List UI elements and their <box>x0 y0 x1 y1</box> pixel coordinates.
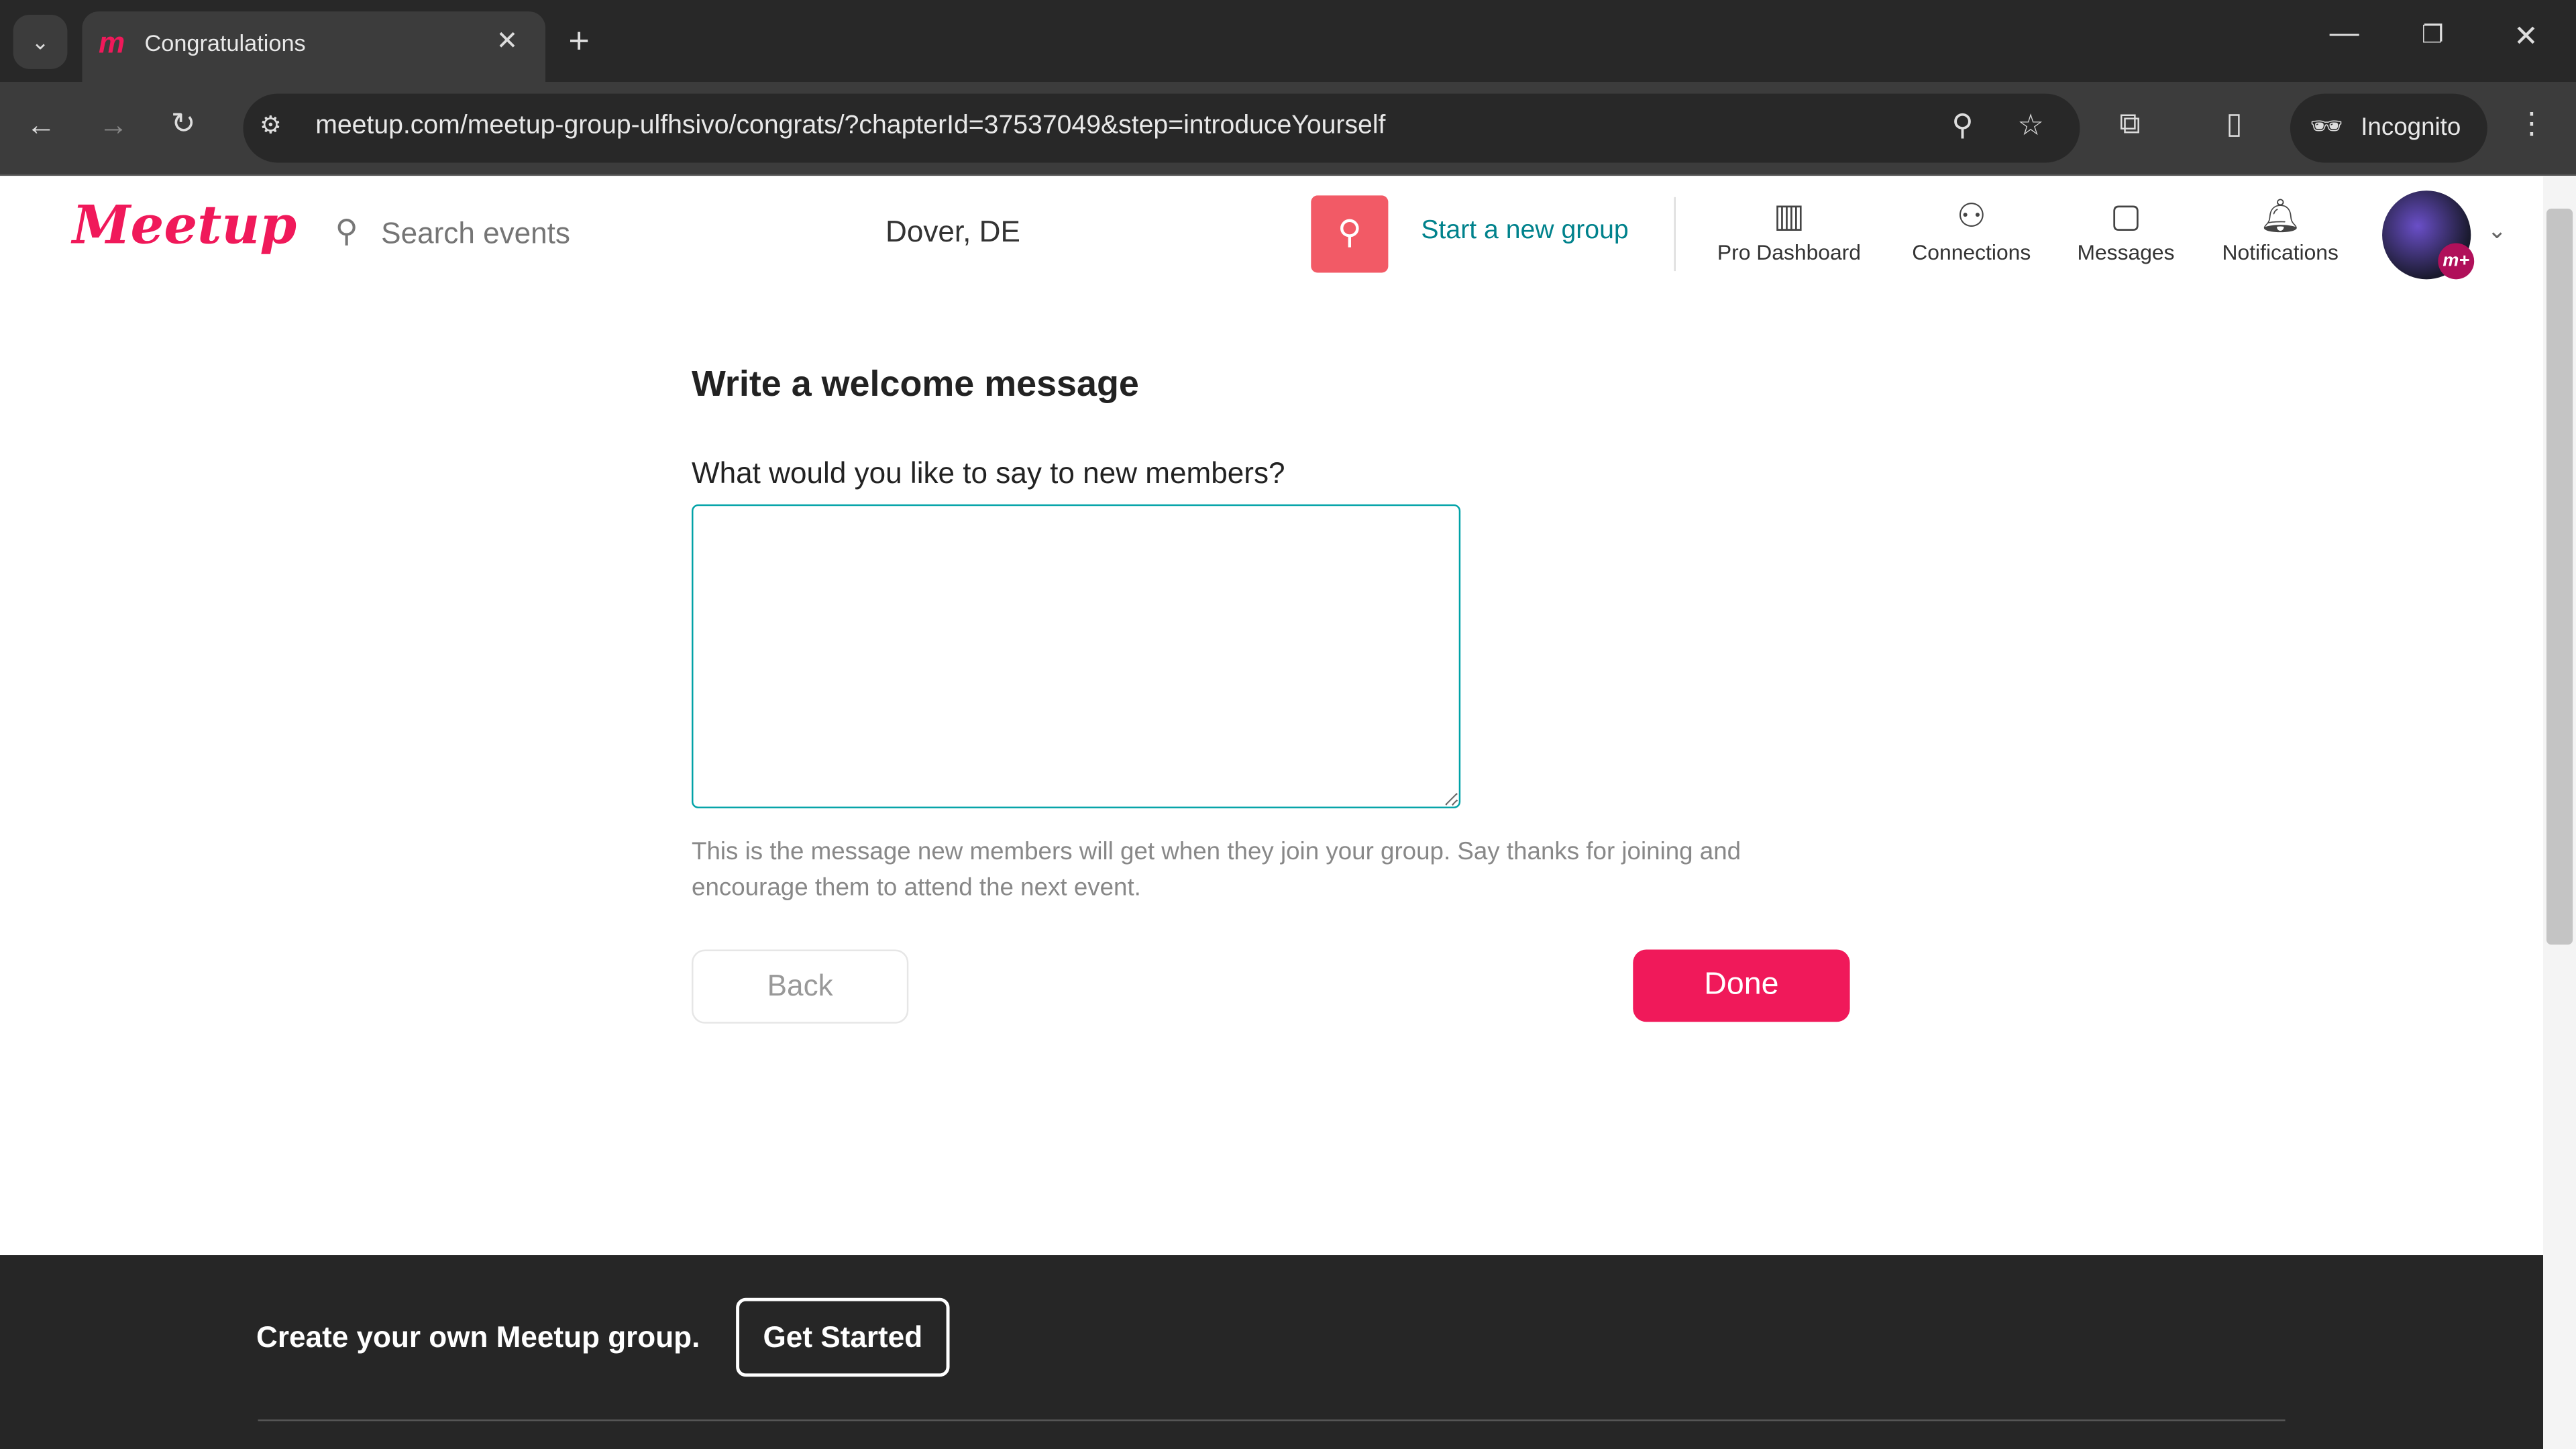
chevron-down-icon[interactable]: ⌄ <box>2487 217 2507 245</box>
location-input[interactable]: Dover, DE <box>885 215 1020 250</box>
pro-badge-icon: m+ <box>2438 243 2475 280</box>
reload-icon[interactable]: ↻ <box>171 107 196 141</box>
tab-search-button[interactable]: ⌄ <box>13 15 68 69</box>
bar-chart-icon: ▥ <box>1773 199 1805 235</box>
forward-icon[interactable]: → <box>99 109 128 143</box>
meetup-logo[interactable]: Meetup <box>72 194 297 256</box>
close-window-icon[interactable]: ✕ <box>2514 19 2538 54</box>
nav-label: Connections <box>1912 239 2031 265</box>
divider <box>1674 197 1676 272</box>
restore-icon[interactable]: ❐ <box>2422 19 2444 50</box>
nav-label: Messages <box>2077 239 2175 265</box>
site-settings-icon[interactable]: ⚙ <box>260 110 282 140</box>
zoom-icon[interactable]: ⚲ <box>1951 109 1973 143</box>
extensions-icon[interactable]: ⧉ <box>2119 107 2140 141</box>
people-icon: ⚇ <box>1956 199 1986 235</box>
message-label: What would you like to say to new member… <box>692 456 1285 490</box>
scrollbar[interactable] <box>2543 176 2576 1449</box>
footer-divider <box>258 1419 2286 1421</box>
welcome-message-textarea[interactable] <box>692 504 1461 808</box>
new-tab-icon[interactable]: + <box>568 19 589 62</box>
footer: Create your own Meetup group. Get Starte… <box>0 1255 2544 1449</box>
bookmark-star-icon[interactable]: ☆ <box>2017 109 2044 143</box>
minimize-icon[interactable]: — <box>2330 16 2359 50</box>
search-icon: ⚲ <box>335 215 358 250</box>
tab-congratulations[interactable]: m Congratulations ✕ <box>82 11 546 83</box>
chat-icon: ▢ <box>2110 199 2142 235</box>
get-started-button[interactable]: Get Started <box>736 1297 950 1377</box>
search-events-input[interactable] <box>378 207 845 260</box>
incognito-label: Incognito <box>2361 113 2461 142</box>
tab-title: Congratulations <box>144 30 306 56</box>
page-title: Write a welcome message <box>692 363 1139 405</box>
nav-label: Pro Dashboard <box>1717 239 1862 265</box>
search-button[interactable]: ⚲ <box>1311 195 1389 273</box>
nav-messages[interactable]: ▢ Messages <box>2067 194 2185 264</box>
footer-cta-text: Create your own Meetup group. <box>256 1320 700 1354</box>
done-button[interactable]: Done <box>1633 949 1850 1022</box>
nav-notifications[interactable]: 🔔︎ Notifications <box>2208 194 2353 264</box>
side-panel-icon[interactable]: ▯ <box>2226 107 2242 141</box>
nav-pro-dashboard[interactable]: ▥ Pro Dashboard <box>1709 194 1870 264</box>
nav-label: Notifications <box>2222 239 2339 265</box>
address-bar[interactable]: ⚙ meetup.com/meetup-group-ulfhsivo/congr… <box>243 93 2080 163</box>
avatar[interactable]: m+ <box>2382 191 2475 280</box>
incognito-icon: 🕶 <box>2310 113 2344 142</box>
back-button[interactable]: Back <box>692 949 909 1024</box>
helper-text: This is the message new members will get… <box>692 837 1741 902</box>
url-text[interactable]: meetup.com/meetup-group-ulfhsivo/congrat… <box>315 112 1385 142</box>
scrollbar-thumb[interactable] <box>2546 209 2573 945</box>
start-new-group-link[interactable]: Start a new group <box>1421 217 1628 246</box>
meetup-favicon-icon: m <box>98 26 125 60</box>
bell-icon: 🔔︎ <box>2259 199 2302 235</box>
back-icon[interactable]: ← <box>26 109 56 143</box>
nav-connections[interactable]: ⚇ Connections <box>1898 194 2045 264</box>
browser-menu-icon[interactable]: ⋮ <box>2517 107 2546 141</box>
incognito-badge[interactable]: 🕶 Incognito <box>2290 93 2487 163</box>
close-tab-icon[interactable]: ✕ <box>496 25 519 58</box>
